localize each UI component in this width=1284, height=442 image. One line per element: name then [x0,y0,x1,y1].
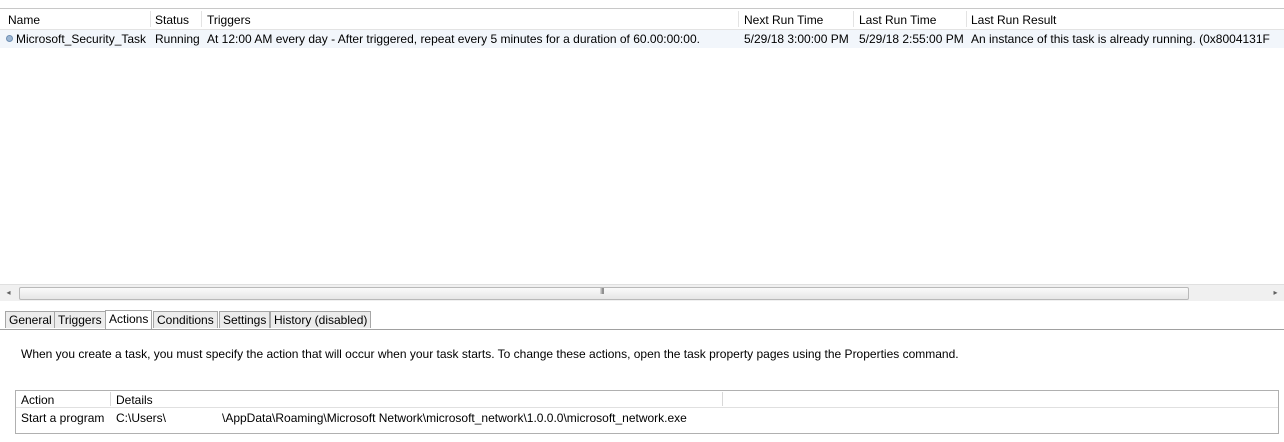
tab-strip: General Triggers Actions Conditions Sett… [0,310,1284,330]
tab-triggers[interactable]: Triggers [54,311,106,328]
task-last-run-time: 5/29/18 2:55:00 PM [859,32,964,46]
tab-conditions[interactable]: Conditions [153,311,218,328]
action-row[interactable]: Start a program C:\Users\ \AppData\Roami… [16,408,1278,426]
action-type: Start a program [21,411,105,425]
task-status: Running [155,32,200,46]
task-next-run-time: 5/29/18 3:00:00 PM [744,32,849,46]
task-status-icon [6,35,13,42]
column-divider[interactable] [966,11,967,27]
action-details-prefix: C:\Users\ [116,411,167,425]
column-header-action[interactable]: Action [21,393,54,407]
column-divider[interactable] [110,392,111,406]
task-last-run-result: An instance of this task is already runn… [971,32,1270,46]
task-name: Microsoft_Security_Task [16,32,147,46]
column-header-last-run-time[interactable]: Last Run Time [859,13,936,27]
tab-actions[interactable]: Actions [105,310,153,329]
column-header-details[interactable]: Details [116,393,153,407]
column-header-status[interactable]: Status [155,13,189,27]
column-header-triggers[interactable]: Triggers [207,13,251,27]
column-divider[interactable] [150,11,151,27]
action-details-path: \AppData\Roaming\Microsoft Network\micro… [222,411,687,425]
task-row[interactable]: Microsoft_Security_Task Running At 12:00… [0,30,1284,48]
column-divider[interactable] [722,392,723,406]
column-header-last-run-result[interactable]: Last Run Result [971,13,1056,27]
tab-history[interactable]: History (disabled) [270,311,372,328]
actions-table[interactable]: Action Details Start a program C:\Users\… [15,390,1279,434]
actions-table-header: Action Details [16,391,1278,408]
column-divider[interactable] [201,11,202,27]
tab-settings[interactable]: Settings [219,311,271,328]
task-list[interactable]: Name Status Triggers Next Run Time Last … [0,9,1284,283]
column-divider[interactable] [738,11,739,27]
column-header-next-run-time[interactable]: Next Run Time [744,13,823,27]
scroll-left-arrow-icon[interactable]: ◂ [0,285,17,301]
task-triggers: At 12:00 AM every day - After triggered,… [207,32,700,46]
scroll-right-arrow-icon[interactable]: ▸ [1267,285,1284,301]
task-list-header: Name Status Triggers Next Run Time Last … [0,9,1284,30]
column-divider[interactable] [853,11,854,27]
actions-description: When you create a task, you must specify… [21,347,959,361]
column-header-name[interactable]: Name [8,13,40,27]
scroll-thumb[interactable]: III [19,287,1189,300]
tab-general[interactable]: General [5,311,56,328]
horizontal-scrollbar[interactable]: ◂ III ▸ [0,284,1284,301]
grip-icon: III [600,287,605,296]
